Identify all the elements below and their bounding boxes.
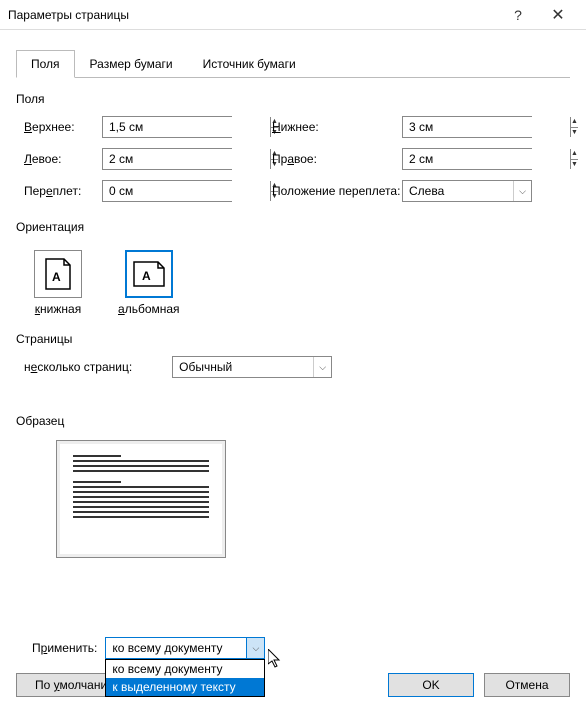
apply-option-whole-doc[interactable]: ко всему документу	[106, 660, 264, 678]
label-bottom-margin: Нижнее:	[272, 120, 402, 134]
label-multi-pages: несколько страниц:	[24, 360, 132, 374]
landscape-page-icon: A	[132, 260, 166, 288]
svg-text:A: A	[142, 269, 151, 283]
svg-text:A: A	[52, 270, 61, 284]
apply-to-dropdown: ко всему документу к выделенному тексту	[105, 659, 265, 697]
select-apply-to[interactable]: ко всему документу ⌵	[105, 637, 265, 659]
spinner-down-icon[interactable]: ▼	[571, 160, 578, 170]
label-left-margin: Левое:	[24, 152, 102, 166]
spinner-down-icon[interactable]: ▼	[571, 128, 578, 138]
chevron-down-icon[interactable]: ⌵	[313, 357, 331, 377]
input-top-margin[interactable]: ▲▼	[102, 116, 232, 138]
label-right-margin: Правое:	[272, 152, 402, 166]
ok-button[interactable]: OK	[388, 673, 474, 697]
label-gutter-pos: Положение переплета:	[272, 184, 402, 198]
cancel-button[interactable]: Отмена	[484, 673, 570, 697]
input-bottom-margin[interactable]: ▲▼	[402, 116, 532, 138]
tab-paper-source[interactable]: Источник бумаги	[188, 50, 311, 78]
portrait-page-icon: A	[44, 257, 72, 291]
label-top-margin: Верхнее:	[24, 120, 102, 134]
help-button[interactable]: ?	[498, 7, 538, 23]
select-multi-pages[interactable]: Обычный ⌵	[172, 356, 332, 378]
spinner-up-icon[interactable]: ▲	[571, 117, 578, 128]
orientation-landscape-label: альбомная	[118, 302, 180, 316]
spinner-up-icon[interactable]: ▲	[571, 149, 578, 160]
titlebar: Параметры страницы ? ✕	[0, 0, 586, 30]
section-pages-label: Страницы	[16, 332, 570, 346]
orientation-portrait[interactable]: A книжная	[24, 244, 92, 322]
page-preview	[56, 440, 226, 558]
input-left-margin[interactable]: ▲▼	[102, 148, 232, 170]
section-orientation-label: Ориентация	[16, 220, 570, 234]
label-apply-to: Применить:	[32, 637, 97, 655]
chevron-down-icon[interactable]: ⌵	[513, 181, 531, 201]
label-gutter: Переплет:	[24, 184, 102, 198]
chevron-down-icon[interactable]: ⌵	[246, 638, 264, 658]
apply-option-selected-text[interactable]: к выделенному тексту	[106, 678, 264, 696]
input-right-margin[interactable]: ▲▼	[402, 148, 532, 170]
input-gutter[interactable]: ▲▼	[102, 180, 232, 202]
section-preview-label: Образец	[16, 414, 570, 428]
window-title: Параметры страницы	[8, 8, 498, 22]
tab-bar: Поля Размер бумаги Источник бумаги	[16, 50, 570, 78]
close-button[interactable]: ✕	[538, 5, 578, 25]
select-gutter-pos[interactable]: Слева ⌵	[402, 180, 532, 202]
orientation-landscape[interactable]: A альбомная	[108, 244, 190, 322]
section-fields-label: Поля	[16, 92, 570, 106]
tab-fields[interactable]: Поля	[16, 50, 75, 78]
mouse-cursor-icon	[268, 649, 284, 669]
orientation-portrait-label: книжная	[35, 302, 81, 316]
tab-paper-size[interactable]: Размер бумаги	[75, 50, 188, 78]
